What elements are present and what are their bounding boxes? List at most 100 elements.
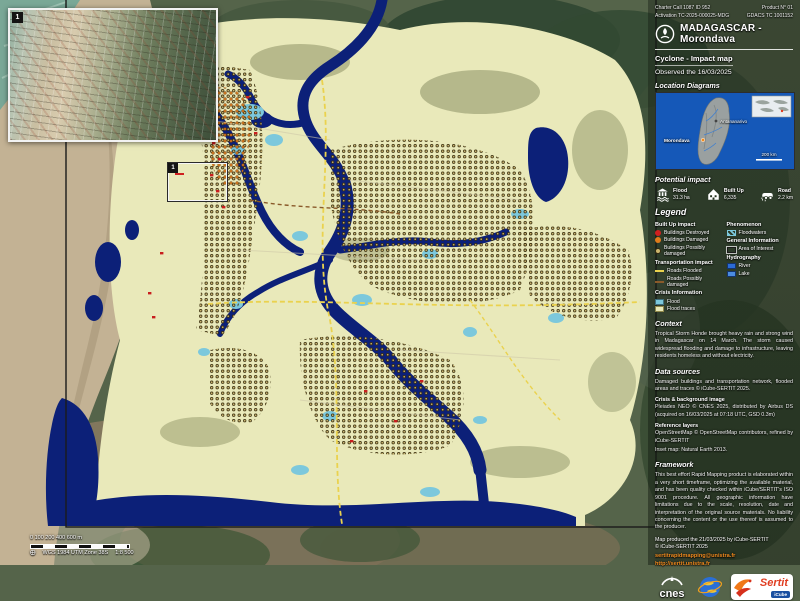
impact-flood-value: 31.3 ha [673, 195, 690, 201]
flood-swatch [655, 299, 664, 305]
charter-call-id: Charter Call 1087 ID 952 [655, 5, 729, 13]
impact-flood-label: Flood [673, 188, 690, 195]
flood-traces-swatch [655, 306, 664, 312]
impact-item-road: Road 2.2 km [760, 187, 793, 202]
legend-label: River [739, 263, 751, 269]
sertit-wordmark: Sertit [760, 577, 788, 589]
crisis-image-heading: Crisis & background image [655, 397, 793, 403]
legend-item: Flood traces [655, 306, 722, 312]
potential-impact-row: Flood 31.3 ha Built Up 6,335 Road 2.2 km [655, 187, 793, 202]
inset-photo-texture [10, 10, 216, 140]
impact-item-flood: Flood 31.3 ha [655, 187, 690, 202]
svg-text:Antananarivo: Antananarivo [720, 119, 748, 124]
svg-text:Morondava: Morondava [664, 138, 690, 144]
scale-ratio: 1:8 500 [115, 550, 133, 558]
product-codes: Charter Call 1087 ID 952 Activation TC-2… [655, 5, 793, 20]
data-sources-heading: Data sources [655, 367, 793, 376]
data-sources-impact: Damaged buildings and transportation net… [655, 379, 793, 394]
legend-label: Lake [739, 271, 750, 277]
damaged-building-swatch [655, 237, 661, 243]
legend-label: Buildings Destroyed [664, 230, 709, 236]
crs-label: WGS 1984 UTM Zone 38S [43, 550, 109, 558]
svg-text:200 km: 200 km [761, 152, 776, 157]
inset-aerial-photo: 1 [8, 8, 218, 142]
floodwaters-swatch [727, 230, 736, 236]
map-title: MADAGASCAR - Morondava [680, 23, 793, 45]
area-of-interest-swatch [727, 247, 736, 253]
extent-red-tick [175, 173, 184, 175]
legend-label: Area of Interest [739, 246, 774, 252]
legend-item: Flood [655, 299, 722, 305]
legend-label: Roads Possibly damaged [667, 276, 722, 288]
charter-logo-icon [655, 24, 675, 44]
activation-id: Activation TC-2025-000025-MDG [655, 13, 729, 21]
location-diagrams-heading: Location Diagrams [655, 81, 793, 90]
legend-item: Lake [727, 271, 794, 277]
legend-section-general: General Information [727, 238, 794, 245]
north-arrow-icon: ⨁ [30, 550, 36, 558]
legend-item: Buildings Damaged [655, 237, 722, 243]
location-diagram: Antananarivo Morondava 200 km [655, 92, 795, 170]
legend-heading: Legend [655, 207, 793, 217]
scale-bar [30, 544, 130, 550]
legend-label: Flood traces [667, 306, 695, 312]
legend-item: Roads Flooded [655, 268, 722, 274]
legend-item: River [727, 263, 794, 269]
icube-badge: iCube [771, 591, 790, 598]
reference-layers-body: OpenStreetMap © OpenStreetMap contributo… [655, 430, 793, 445]
legend-label: Buildings Possibly damaged [664, 245, 722, 257]
cnes-logo: cnes [655, 573, 689, 601]
legend-item: Buildings Possibly damaged [655, 245, 722, 257]
sertit-bird-icon [733, 576, 753, 598]
roads-possibly-damaged-swatch [655, 281, 664, 283]
legend-item: Buildings Destroyed [655, 230, 722, 236]
legend-section-transportation: Transportation impact [655, 260, 722, 267]
charter-globe-logo [697, 574, 723, 600]
context-heading: Context [655, 319, 793, 328]
footer-logos: cnes Sertit iCube [655, 569, 793, 601]
impact-item-built-up: Built Up 6,335 [706, 187, 744, 202]
svg-text:cnes: cnes [659, 588, 684, 600]
legend-section-built-up: Built Up impact [655, 222, 722, 229]
impact-builtup-label: Built Up [724, 188, 744, 195]
roads-flooded-swatch [655, 270, 664, 272]
scale-bar-block: 0 100 200 400 600 m ⨁ WGS 1984 UTM Zone … [30, 535, 134, 558]
possibly-damaged-building-swatch [655, 248, 661, 254]
sertit-logo: Sertit iCube [731, 574, 793, 600]
extent-number-tag: 1 [168, 163, 178, 173]
legend-label: Roads Flooded [667, 268, 702, 274]
river-swatch [727, 263, 736, 269]
potential-impact-heading: Potential impact [655, 175, 793, 184]
legend-item: Floodwaters [727, 230, 794, 236]
framework-body: This best effort Rapid Mapping product i… [655, 472, 793, 531]
legend: Built Up impact Buildings Destroyed Buil… [655, 219, 793, 314]
built-up-icon [706, 187, 721, 202]
impact-road-label: Road [778, 188, 793, 195]
observed-date: Observed the 16/03/2025 [655, 69, 793, 76]
gdacs-id: GDACS TC 1001152 [747, 13, 793, 21]
flood-icon [655, 187, 670, 202]
location-diagram-map: Antananarivo Morondava 200 km [656, 93, 794, 169]
context-body: Tropical Storm Honde brought heavy rain … [655, 331, 793, 361]
legend-item: Area of Interest [727, 246, 794, 252]
legend-label: Flood [667, 299, 680, 305]
framework-heading: Framework [655, 460, 793, 469]
destroyed-building-swatch [655, 230, 661, 236]
legend-section-hydrography: Hydrography [727, 255, 794, 262]
road-icon [760, 187, 775, 202]
lake-swatch [727, 271, 736, 277]
legend-section-crisis: Crisis Information [655, 290, 722, 297]
impact-builtup-value: 6,335 [724, 195, 737, 201]
inset-map-source: Inset map: Natural Earth 2013. [655, 447, 793, 454]
inset-extent-box: 1 [168, 163, 227, 201]
legend-label: Floodwaters [739, 230, 767, 236]
crisis-image-body: Pleiades NEO © CNES 2025, distributed by… [655, 404, 793, 419]
legend-label: Buildings Damaged [664, 237, 708, 243]
contact-email-link[interactable]: sertitrapidmapping@unistra.fr [655, 552, 793, 560]
scale-numbers: 0 100 200 400 600 m [30, 535, 134, 543]
legend-item: Roads Possibly damaged [655, 276, 722, 288]
product-number: Product N° 01 [747, 5, 793, 13]
map-subtitle: Cyclone - Impact map [655, 54, 733, 66]
inset-number-tag: 1 [12, 12, 23, 23]
impact-road-value: 2.2 km [778, 195, 793, 201]
